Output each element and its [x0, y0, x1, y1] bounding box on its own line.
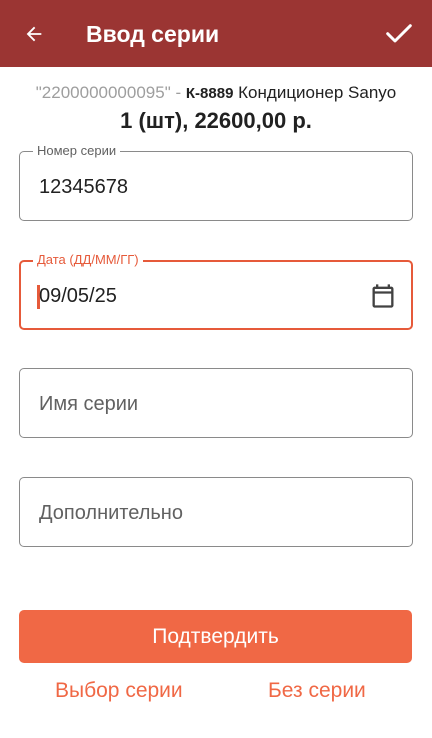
checkmark-icon [386, 24, 412, 43]
serial-number-field[interactable]: Номер серии 12345678 [19, 143, 413, 221]
product-code: К-8889 [185, 85, 234, 102]
confirm-button[interactable]: Подтвердить [19, 610, 412, 663]
additional-field[interactable]: Дополнительно [19, 477, 413, 547]
date-label: Дата (ДД/ММ/ГГ) [33, 252, 143, 268]
choose-series-button[interactable]: Выбор серии [55, 677, 183, 705]
quantity-price: 1 (шт), 22600,00 р. [120, 108, 312, 133]
back-button[interactable] [20, 20, 48, 48]
product-separator: - [175, 83, 182, 102]
series-name-placeholder: Имя серии [39, 393, 139, 415]
app-bar: Ввод серии [0, 0, 432, 67]
date-field[interactable]: Дата (ДД/ММ/ГГ) 09/05/25 [19, 252, 413, 330]
product-name: Кондиционер Sanyo [238, 83, 397, 102]
no-series-button[interactable]: Без серии [268, 677, 366, 705]
page-title: Ввод серии [86, 21, 220, 47]
product-info: "2200000000095" - К-8889 Кондиционер San… [0, 82, 432, 105]
arrow-back-icon [26, 26, 42, 42]
additional-placeholder: Дополнительно [39, 502, 183, 524]
date-value[interactable]: 09/05/25 [39, 283, 117, 309]
serial-number-label: Номер серии [33, 143, 121, 159]
product-barcode: "2200000000095" [35, 83, 171, 102]
serial-number-value[interactable]: 12345678 [39, 174, 128, 200]
series-name-field[interactable]: Имя серии [19, 368, 413, 438]
calendar-icon[interactable] [369, 282, 397, 310]
confirm-check-button[interactable] [382, 16, 416, 50]
